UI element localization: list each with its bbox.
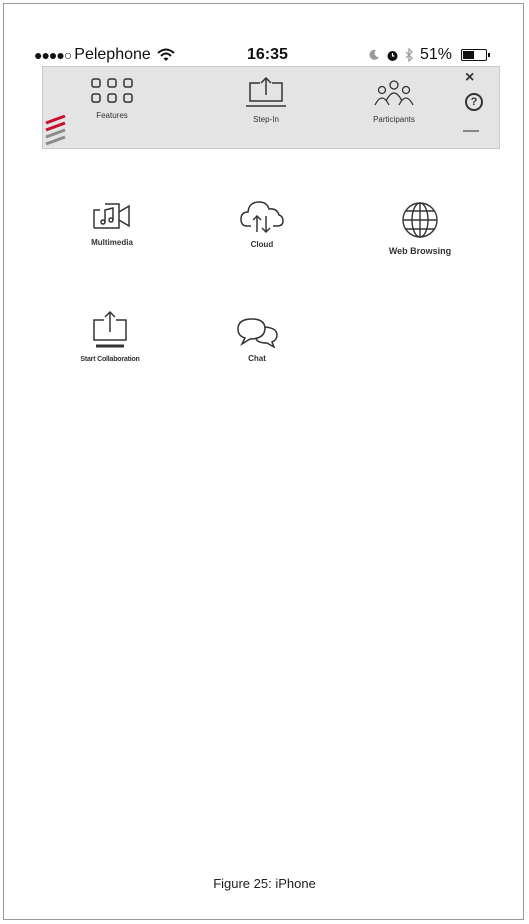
multimedia-icon	[93, 203, 130, 229]
cloud-label: Cloud	[250, 240, 274, 249]
alarm-clock-icon	[387, 50, 398, 61]
chat-feature[interactable]: Chat	[222, 316, 292, 363]
share-screen-icon	[246, 76, 286, 107]
participants-icon	[374, 80, 414, 106]
features-label: Features	[96, 111, 128, 120]
chat-bubbles-icon	[237, 318, 278, 349]
carrier-name: Pelephone	[74, 46, 151, 63]
signal-strength-icon: ●●●●○	[34, 47, 72, 63]
moon-icon	[369, 49, 379, 60]
share-screen-icon	[93, 310, 127, 348]
start-collaboration-label: Start Collaboration	[80, 356, 140, 363]
multimedia-label: Multimedia	[91, 238, 133, 247]
step-in-label: Step-In	[253, 115, 279, 124]
step-in-button[interactable]: Step-In	[231, 76, 301, 124]
status-right: 51%	[368, 46, 491, 64]
cloud-sync-icon	[240, 201, 284, 234]
grid-icon	[91, 78, 133, 103]
conference-toolbar: Features Step-In Participants × ?	[42, 66, 500, 149]
features-button[interactable]: Features	[83, 77, 141, 120]
participants-button[interactable]: Participants	[359, 77, 429, 124]
battery-icon	[461, 49, 491, 61]
multimedia-feature[interactable]: Multimedia	[72, 200, 152, 247]
status-bar: ●●●●○ Pelephone 16:35 51%	[0, 44, 529, 66]
status-time: 16:35	[247, 46, 288, 63]
minimize-icon[interactable]	[463, 130, 479, 132]
bluetooth-icon	[405, 48, 413, 62]
web-browsing-feature[interactable]: Web Browsing	[365, 200, 475, 256]
battery-percent: 51%	[420, 46, 453, 63]
start-collaboration-feature[interactable]: Start Collaboration	[55, 310, 165, 363]
participants-label: Participants	[373, 115, 415, 124]
brand-logo	[45, 115, 66, 145]
help-icon[interactable]: ?	[465, 93, 483, 111]
status-left: ●●●●○ Pelephone	[34, 46, 175, 64]
chat-label: Chat	[248, 354, 266, 363]
web-browsing-label: Web Browsing	[388, 246, 452, 256]
wifi-icon	[157, 48, 175, 61]
close-icon[interactable]: ×	[465, 69, 474, 87]
cloud-feature[interactable]: Cloud	[222, 196, 302, 249]
globe-icon	[402, 202, 438, 238]
figure-caption: Figure 25: iPhone	[213, 876, 316, 891]
